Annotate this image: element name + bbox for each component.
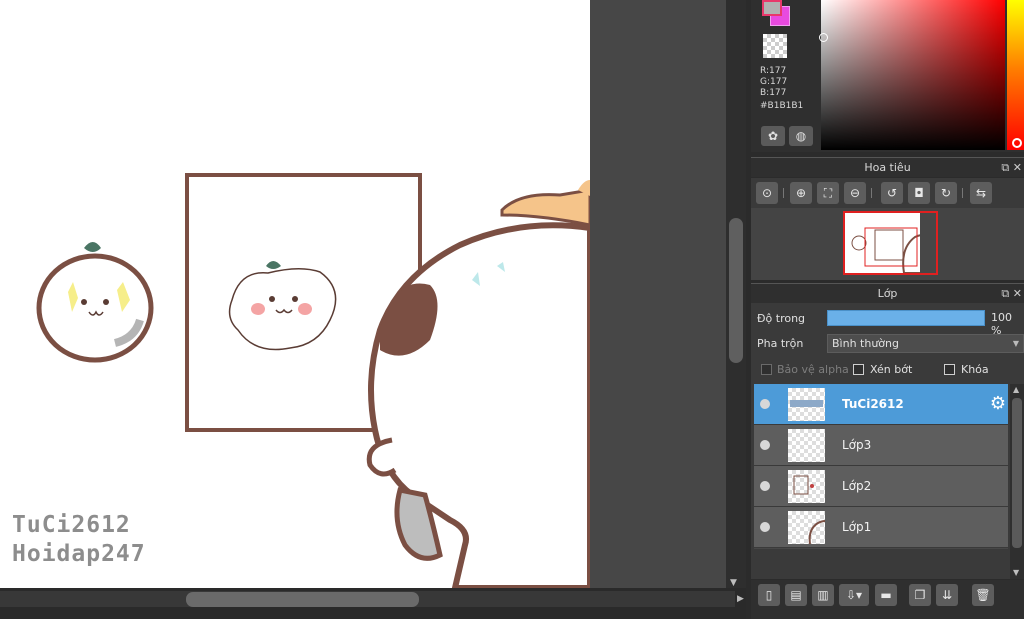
gear-icon[interactable]: ⚙: [990, 393, 1006, 414]
scroll-right-arrow-icon[interactable]: ▶: [737, 594, 744, 604]
navigator-thumbnail[interactable]: [843, 211, 938, 275]
layer-visibility-icon[interactable]: [760, 481, 770, 491]
hue-slider[interactable]: [1007, 0, 1024, 150]
layer-visibility-icon[interactable]: [760, 399, 770, 409]
color-saturation-value-field[interactable]: [821, 0, 1005, 150]
watermark-line-1: TuCi2612: [12, 512, 131, 538]
color-hex-value: #B1B1B1: [760, 101, 804, 111]
scroll-down-arrow-icon[interactable]: ▼: [730, 578, 737, 588]
blend-mode-select[interactable]: Bình thường ▼: [827, 334, 1024, 353]
layer-thumbnail: [788, 388, 825, 421]
layers-title: Lớp: [877, 287, 898, 300]
layer-name: Lớp1: [842, 520, 872, 534]
color-r-value: R:177: [760, 66, 787, 76]
layer-thumbnail: [788, 470, 825, 503]
layer-row[interactable]: TuCi2612 ⚙: [754, 384, 1008, 425]
reset-view-icon[interactable]: ◘: [908, 182, 930, 204]
rotate-left-icon[interactable]: ↺: [881, 182, 903, 204]
vertical-scroll-thumb[interactable]: [729, 218, 743, 363]
layer-thumbnail-art: [793, 475, 814, 495]
transparent-color-swatch[interactable]: [763, 34, 787, 58]
opacity-label: Độ trong: [757, 312, 806, 325]
scroll-down-arrow-icon[interactable]: ▼: [1013, 568, 1019, 577]
layers-scrollbar[interactable]: ▲ ▼: [1010, 384, 1024, 579]
layer-thumbnail: [788, 511, 825, 544]
layer-row[interactable]: Lớp3: [754, 425, 1008, 466]
protect-alpha-checkbox[interactable]: [761, 364, 772, 375]
layers-header-icons: ⧉ ✕: [1001, 284, 1022, 304]
color-field-cursor[interactable]: [819, 33, 828, 42]
duplicate-layer-icon[interactable]: ❐: [909, 584, 931, 606]
scroll-up-arrow-icon[interactable]: ▲: [1013, 385, 1019, 394]
navigator-toolbar: ⊙ ⊕ ⛶ ⊖ ↺ ◘ ↻ ⇆: [751, 178, 1024, 208]
navigator-header-icons: ⧉ ✕: [1001, 158, 1022, 178]
layers-list: TuCi2612 ⚙ Lớp3 Lớp2 Lớp1: [754, 384, 1008, 549]
new-halftone-layer-icon[interactable]: ▤: [785, 584, 807, 606]
layer-name: Lớp2: [842, 479, 872, 493]
blend-mode-value: Bình thường: [832, 337, 899, 350]
layers-bottom-toolbar: ▯ ▤ ▥ ⇩▾ ▬ ❐ ⇊ 🗑: [751, 580, 1024, 619]
fit-screen-icon[interactable]: ⛶: [817, 182, 839, 204]
layer-row[interactable]: Lớp2: [754, 466, 1008, 507]
layer-visibility-icon[interactable]: [760, 522, 770, 532]
chevron-down-icon: ▼: [1012, 339, 1019, 348]
zoom-in-icon[interactable]: ⊕: [790, 182, 812, 204]
canvas-horizontal-scrollbar[interactable]: ▶: [0, 588, 746, 619]
new-1bit-layer-icon[interactable]: ▥: [812, 584, 834, 606]
canvas-artwork: [36, 173, 590, 588]
toolbar-separator: [962, 188, 963, 198]
zoom-out-icon[interactable]: ⊖: [844, 182, 866, 204]
blend-mode-label: Pha trộn: [757, 337, 804, 350]
canvas-vertical-scrollbar[interactable]: ▼: [726, 0, 746, 588]
navigator-title: Hoa tiêu: [864, 161, 911, 174]
toolbar-separator: [871, 188, 872, 198]
hue-slider-handle[interactable]: [1012, 138, 1022, 148]
layers-panel-header: Lớp ⧉ ✕: [751, 283, 1024, 303]
layer-row[interactable]: Lớp1: [754, 507, 1008, 548]
popout-icon[interactable]: ⧉: [1001, 161, 1009, 174]
clipping-checkbox[interactable]: [853, 364, 864, 375]
watermark-line-2: Hoidap247: [12, 541, 146, 567]
layer-name: Lớp3: [842, 438, 872, 452]
layer-thumbnail: [788, 429, 825, 462]
lock-checkbox[interactable]: [944, 364, 955, 375]
new-folder-icon[interactable]: ▬: [875, 584, 897, 606]
merge-down-icon[interactable]: ⇊: [936, 584, 958, 606]
horizontal-scroll-thumb[interactable]: [186, 592, 419, 607]
layer-name: TuCi2612: [842, 397, 904, 411]
color-g-value: G:177: [760, 77, 788, 87]
clipping-label: Xén bớt: [870, 363, 913, 376]
thumbnail-text-preview: [790, 400, 823, 407]
color-wheel-icon[interactable]: ◍: [789, 126, 813, 146]
lock-label: Khóa: [961, 363, 989, 376]
close-icon[interactable]: ✕: [1013, 287, 1022, 300]
new-layer-icon[interactable]: ▯: [758, 584, 780, 606]
popout-icon[interactable]: ⧉: [1001, 287, 1009, 300]
layer-visibility-icon[interactable]: [760, 440, 770, 450]
close-icon[interactable]: ✕: [1013, 161, 1022, 174]
navigator-panel-header: Hoa tiêu ⧉ ✕: [751, 157, 1024, 177]
flip-horizontal-icon[interactable]: ⇆: [970, 182, 992, 204]
toolbar-separator: [783, 188, 784, 198]
layers-scroll-thumb[interactable]: [1012, 398, 1022, 548]
rotate-right-icon[interactable]: ↻: [935, 182, 957, 204]
color-b-value: B:177: [760, 88, 787, 98]
drawing-canvas[interactable]: TuCi2612 Hoidap247: [0, 0, 590, 588]
foreground-color-swatch-top[interactable]: [762, 0, 782, 16]
layer-thumbnail-art: [808, 520, 825, 544]
navigator-thumbnail-art: [851, 213, 936, 273]
app-window: TuCi2612 Hoidap247 ▼ ▶ R:177 G:177 B:177…: [0, 0, 1024, 619]
zoom-actual-icon[interactable]: ⊙: [756, 182, 778, 204]
add-layer-menu-icon[interactable]: ⇩▾: [839, 584, 869, 606]
delete-layer-icon[interactable]: 🗑: [972, 584, 994, 606]
palette-icon[interactable]: ✿: [761, 126, 785, 146]
opacity-slider[interactable]: [827, 310, 985, 326]
canvas-background: [590, 0, 726, 588]
protect-alpha-label: Bảo vệ alpha: [777, 363, 849, 376]
